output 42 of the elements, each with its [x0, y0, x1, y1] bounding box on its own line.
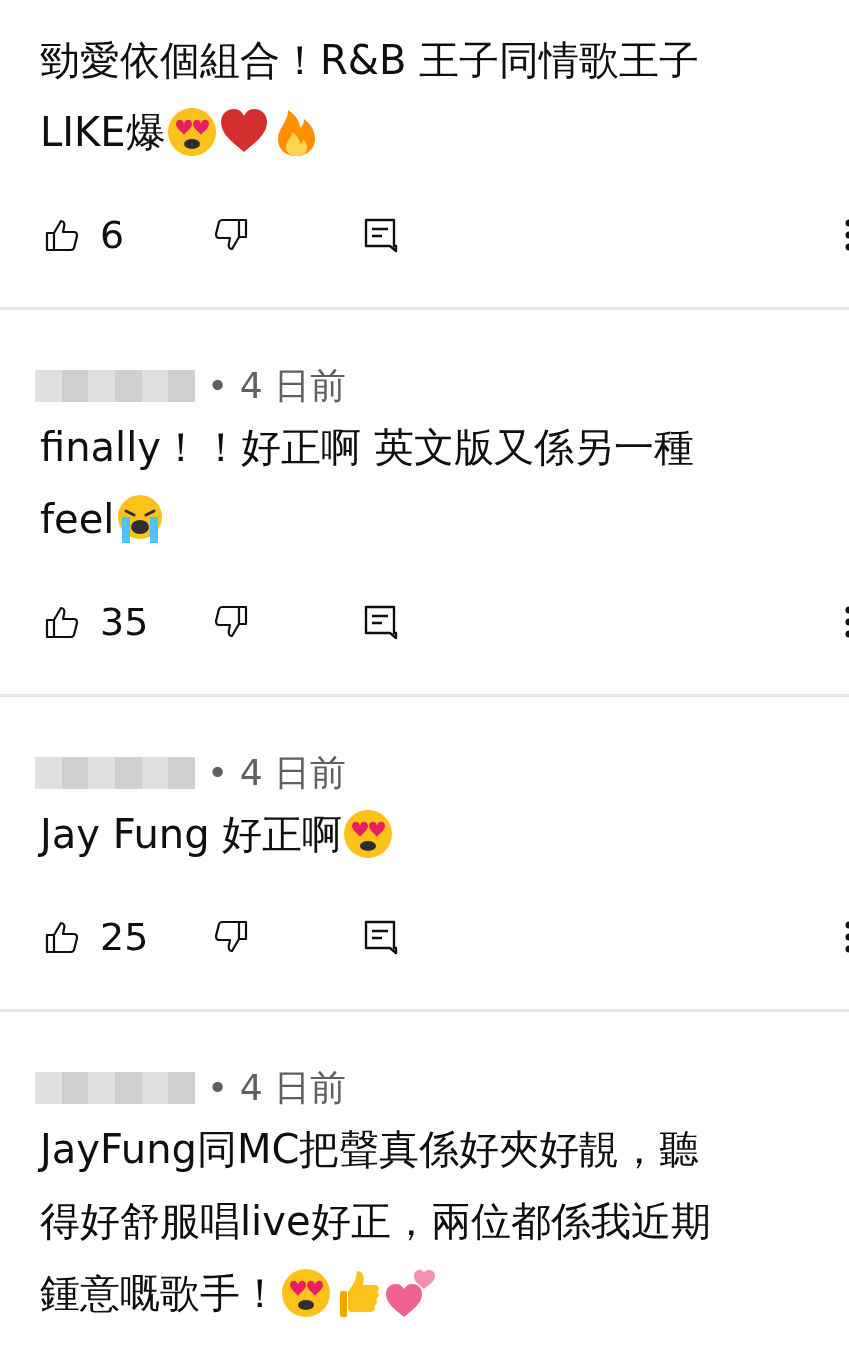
more-icon [843, 217, 849, 253]
reply-button[interactable] [363, 604, 399, 640]
dislike-button[interactable] [212, 604, 250, 640]
like-button[interactable]: 6 [44, 213, 125, 257]
comment-text: LIKE爆 [40, 107, 166, 157]
comment-time: • 4 日前 [207, 1065, 347, 1110]
heart-eyes-face-icon [342, 808, 395, 860]
heart-eyes-face-icon [165, 106, 218, 158]
thumbs-up-icon [44, 217, 80, 253]
reply-button[interactable] [363, 217, 399, 253]
like-count: 35 [100, 600, 149, 644]
comment-text: 鍾意嘅歌手！ [40, 1268, 280, 1318]
more-button[interactable] [843, 604, 849, 640]
comment-text: finally！！好正啊 英文版又係另一種 [40, 422, 694, 472]
thumbs-down-icon [212, 217, 250, 253]
comment-text: Jay Fung 好正啊 [40, 809, 343, 859]
like-button[interactable]: 25 [44, 915, 149, 959]
comment-icon [363, 919, 399, 955]
more-icon [843, 919, 849, 955]
more-button[interactable] [843, 919, 849, 955]
comment-text: 勁愛依個組合！R&B 王子同情歌王子 [40, 35, 700, 85]
comment-icon [363, 604, 399, 640]
more-icon [843, 604, 849, 640]
like-button[interactable]: 35 [44, 600, 149, 644]
thumbs-down-icon [212, 919, 250, 955]
thumbs-down-icon [212, 604, 250, 640]
comment-text: 得好舒服唱live好正，兩位都係我近期 [40, 1196, 711, 1246]
thumbs-up-icon [44, 919, 80, 955]
dislike-button[interactable] [212, 217, 250, 253]
comment-time: • 4 日前 [207, 363, 347, 408]
comment-text: JayFung同MC把聲真係好夾好靚，聽 [40, 1124, 700, 1174]
like-count: 6 [100, 213, 125, 257]
more-button[interactable] [843, 217, 849, 253]
reply-button[interactable] [363, 919, 399, 955]
comment-text: feel [40, 496, 115, 542]
like-count: 25 [100, 915, 149, 959]
thumbs-up-icon [44, 604, 80, 640]
comment-time: • 4 日前 [207, 750, 347, 795]
two-hearts-icon [384, 1267, 436, 1319]
heart-eyes-face-icon [280, 1267, 332, 1319]
comment-icon [363, 217, 399, 253]
dislike-button[interactable] [212, 919, 250, 955]
